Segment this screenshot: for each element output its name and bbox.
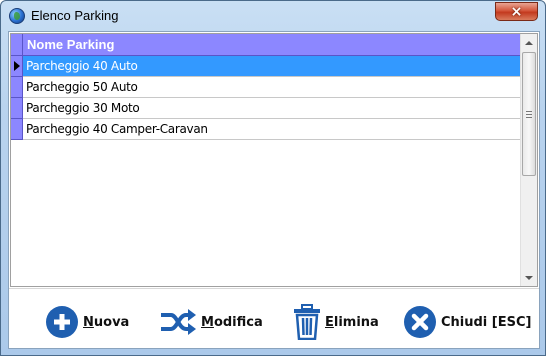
row-indicator[interactable] xyxy=(11,98,23,119)
close-button[interactable]: Chiudi [ESC] xyxy=(403,305,531,339)
table-row[interactable]: Parcheggio 30 Moto xyxy=(11,98,521,119)
scroll-down-button[interactable] xyxy=(521,269,537,286)
window-title: Elenco Parking xyxy=(31,8,119,23)
column-header-nome-parking[interactable]: Nome Parking xyxy=(23,34,521,56)
delete-button-label: Elimina xyxy=(325,314,379,330)
new-button[interactable]: Nuova xyxy=(45,305,129,339)
client-area: Nome Parking Parcheggio 40 Auto Parchegg… xyxy=(8,31,540,349)
row-cell-name[interactable]: Parcheggio 30 Moto xyxy=(23,98,521,119)
edit-button-label: Modifica xyxy=(201,314,263,330)
close-button-label: Chiudi [ESC] xyxy=(441,314,532,330)
scroll-up-button[interactable] xyxy=(521,34,537,51)
table-row[interactable]: Parcheggio 40 Auto xyxy=(11,56,521,77)
table-row[interactable]: Parcheggio 50 Auto xyxy=(11,77,521,98)
row-indicator[interactable] xyxy=(11,56,23,77)
chevron-down-icon xyxy=(525,275,533,280)
grid-header-row: Nome Parking xyxy=(11,34,521,56)
close-circle-icon xyxy=(404,306,436,338)
trash-icon xyxy=(294,304,320,340)
action-toolbar: Nuova Modifica Elimina Chiudi [ESC] xyxy=(9,288,539,348)
plus-circle-icon xyxy=(46,306,78,338)
globe-icon xyxy=(9,8,25,24)
title-bar[interactable]: Elenco Parking × xyxy=(1,1,545,31)
vertical-scrollbar[interactable] xyxy=(520,34,537,286)
row-indicator[interactable] xyxy=(11,77,23,98)
header-indicator-cell xyxy=(11,34,23,56)
edit-button[interactable]: Modifica xyxy=(161,305,263,339)
table-row[interactable]: Parcheggio 40 Camper-Caravan xyxy=(11,119,521,140)
window-close-button[interactable]: × xyxy=(495,2,538,21)
parking-grid: Nome Parking Parcheggio 40 Auto Parchegg… xyxy=(10,33,538,287)
row-cell-name[interactable]: Parcheggio 40 Auto xyxy=(23,56,521,77)
row-cell-name[interactable]: Parcheggio 40 Camper-Caravan xyxy=(23,119,521,140)
delete-button[interactable]: Elimina xyxy=(293,304,379,340)
row-indicator[interactable] xyxy=(11,119,23,140)
row-cell-name[interactable]: Parcheggio 50 Auto xyxy=(23,77,521,98)
window: Elenco Parking × Nome Parking Parcheggio… xyxy=(0,0,546,356)
new-button-label: Nuova xyxy=(83,314,130,330)
current-row-arrow-icon xyxy=(14,61,20,71)
shuffle-icon xyxy=(161,309,196,335)
grid-body: Nome Parking Parcheggio 40 Auto Parchegg… xyxy=(11,34,521,286)
chevron-up-icon xyxy=(525,40,533,45)
scroll-thumb[interactable] xyxy=(522,52,536,176)
grip-icon xyxy=(526,111,532,120)
